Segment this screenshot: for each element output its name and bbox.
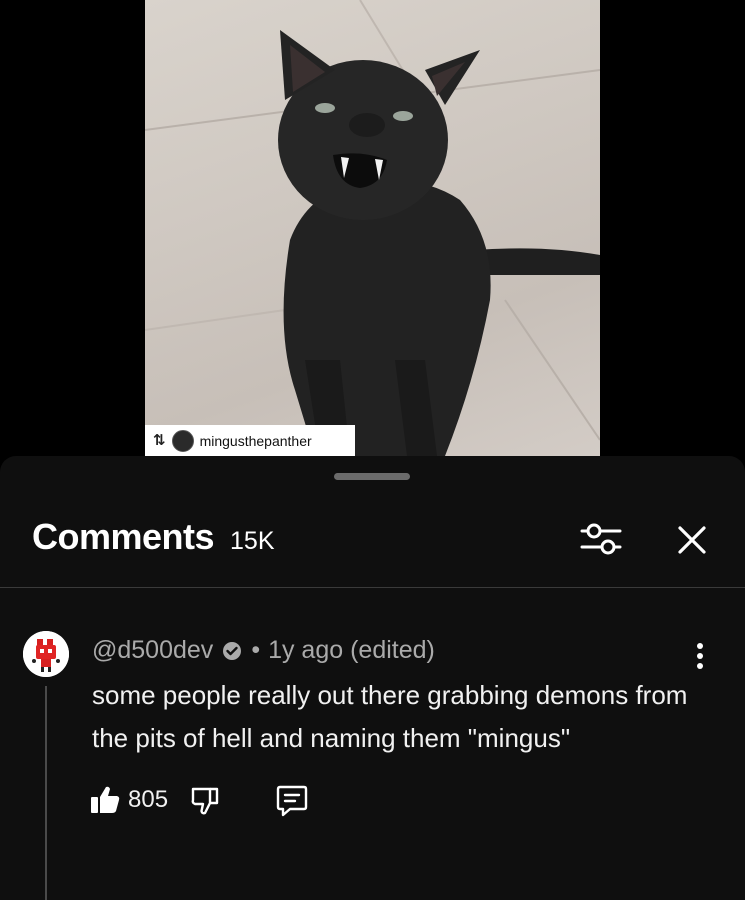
repost-username: mingusthepanther: [199, 432, 312, 449]
more-vertical-icon: [697, 643, 703, 669]
video-player[interactable]: ⇅ mingusthepanther: [0, 0, 745, 460]
reply-comment-icon: [276, 785, 308, 817]
comment-time: 1y ago (edited): [268, 636, 435, 664]
close-button[interactable]: [670, 520, 714, 560]
comment-meta: @d500dev • 1y ago (edited): [92, 636, 435, 665]
sliders-icon: [580, 523, 622, 555]
verified-badge-icon: [221, 640, 243, 662]
comment-author[interactable]: @d500dev: [92, 636, 213, 665]
filter-button[interactable]: [576, 518, 626, 560]
comment-item: @d500dev • 1y ago (edited) some people r…: [0, 588, 745, 900]
like-count: 805: [128, 786, 169, 813]
comments-sheet: Comments 15K @d500dev • 1y ago (edited) …: [0, 456, 745, 900]
reply-button[interactable]: [274, 782, 310, 818]
comment-count: 15K: [230, 527, 275, 555]
close-icon: [678, 526, 706, 554]
commenter-avatar[interactable]: [23, 631, 69, 677]
comments-header: Comments 15K: [32, 516, 275, 562]
drag-handle[interactable]: [334, 473, 410, 480]
like-button[interactable]: [88, 783, 122, 817]
repost-chip[interactable]: ⇅ mingusthepanther: [145, 425, 355, 456]
thumbs-down-icon: [191, 787, 219, 815]
thumbs-up-filled-icon: [91, 786, 120, 813]
video-frame: ⇅ mingusthepanther: [145, 0, 600, 456]
dislike-button[interactable]: [188, 783, 222, 817]
comment-actions: 805: [88, 778, 310, 822]
comments-title: Comments: [32, 516, 215, 557]
robot-avatar-icon: [23, 631, 69, 677]
comment-text: some people really out there grabbing de…: [92, 680, 688, 753]
repost-icon: ⇅: [153, 432, 166, 449]
comment-more-button[interactable]: [686, 638, 714, 674]
repost-avatar: [171, 429, 194, 452]
thread-line: [45, 686, 47, 900]
cat-video-still: [145, 0, 600, 456]
meta-separator: •: [251, 636, 261, 664]
